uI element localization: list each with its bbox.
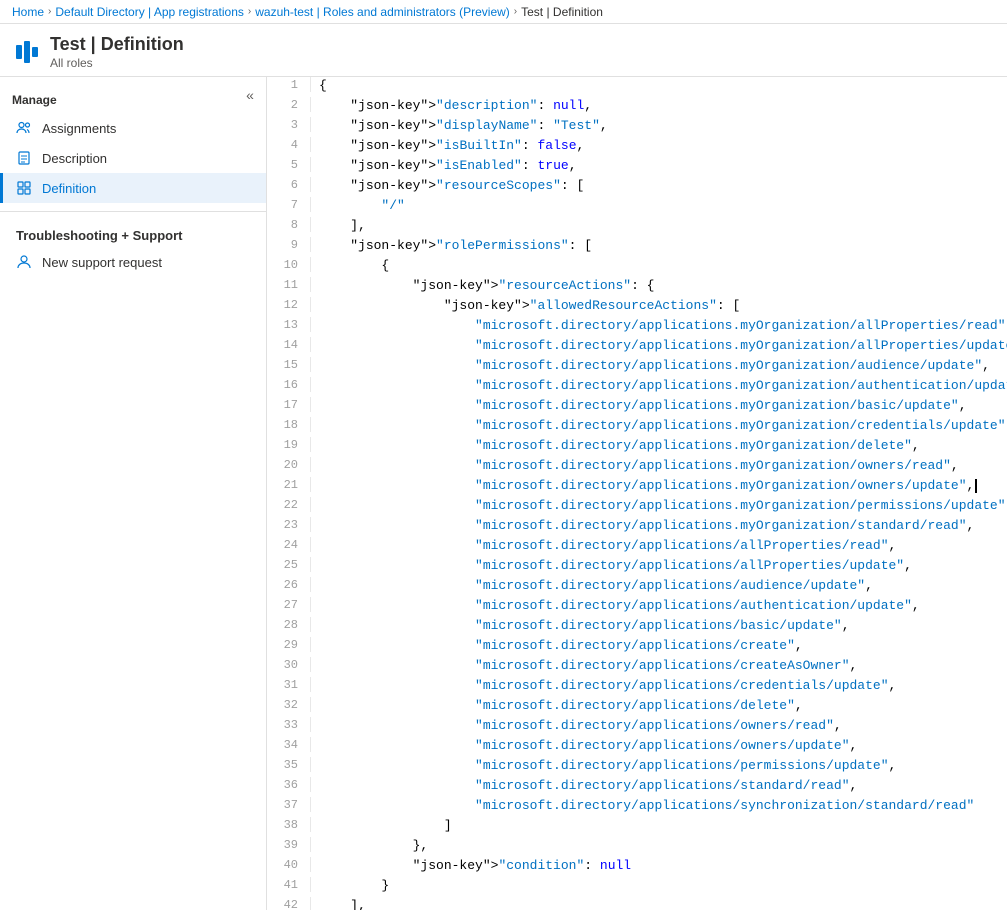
code-line: 17 "microsoft.directory/applications.myO… <box>267 397 1007 417</box>
code-line: 23 "microsoft.directory/applications.myO… <box>267 517 1007 537</box>
sidebar-divider <box>0 211 266 212</box>
code-line: 42 ], <box>267 897 1007 910</box>
code-line: 32 "microsoft.directory/applications/del… <box>267 697 1007 717</box>
page-subtitle: All roles <box>50 56 184 70</box>
code-line: 13 "microsoft.directory/applications.myO… <box>267 317 1007 337</box>
code-line: 40 "json-key">"condition": null <box>267 857 1007 877</box>
code-line: 4 "json-key">"isBuiltIn": false, <box>267 137 1007 157</box>
code-line: 9 "json-key">"rolePermissions": [ <box>267 237 1007 257</box>
code-line: 7 "/" <box>267 197 1007 217</box>
sidebar-item-assignments[interactable]: Assignments <box>0 113 266 143</box>
code-line: 24 "microsoft.directory/applications/all… <box>267 537 1007 557</box>
new-support-label: New support request <box>42 255 162 270</box>
code-line: 35 "microsoft.directory/applications/per… <box>267 757 1007 777</box>
code-line: 34 "microsoft.directory/applications/own… <box>267 737 1007 757</box>
code-line: 21 "microsoft.directory/applications.myO… <box>267 477 1007 497</box>
people-icon <box>16 120 32 136</box>
page-title: Test | Definition <box>50 34 184 55</box>
code-line: 16 "microsoft.directory/applications.myO… <box>267 377 1007 397</box>
troubleshoot-label: Troubleshooting + Support <box>0 220 266 247</box>
breadcrumb-app-reg[interactable]: Default Directory | App registrations <box>55 5 244 19</box>
code-line: 19 "microsoft.directory/applications.myO… <box>267 437 1007 457</box>
assignments-label: Assignments <box>42 121 116 136</box>
code-line: 15 "microsoft.directory/applications.myO… <box>267 357 1007 377</box>
code-line: 38 ] <box>267 817 1007 837</box>
definition-label: Definition <box>42 181 96 196</box>
code-line: 36 "microsoft.directory/applications/sta… <box>267 777 1007 797</box>
code-line: 30 "microsoft.directory/applications/cre… <box>267 657 1007 677</box>
description-label: Description <box>42 151 107 166</box>
sidebar-collapse-button[interactable]: « <box>238 83 262 107</box>
code-line: 26 "microsoft.directory/applications/aud… <box>267 577 1007 597</box>
code-line: 3 "json-key">"displayName": "Test", <box>267 117 1007 137</box>
breadcrumb-current: Test | Definition <box>521 5 603 19</box>
code-line: 37 "microsoft.directory/applications/syn… <box>267 797 1007 817</box>
code-line: 2 "json-key">"description": null, <box>267 97 1007 117</box>
page-header: Test | Definition All roles <box>0 24 1007 77</box>
code-line: 33 "microsoft.directory/applications/own… <box>267 717 1007 737</box>
doc-icon <box>16 150 32 166</box>
manage-label: Manage <box>0 77 266 113</box>
code-line: 14 "microsoft.directory/applications.myO… <box>267 337 1007 357</box>
code-line: 1{ <box>267 77 1007 97</box>
code-line: 11 "json-key">"resourceActions": { <box>267 277 1007 297</box>
code-line: 5 "json-key">"isEnabled": true, <box>267 157 1007 177</box>
sidebar-item-description[interactable]: Description <box>0 143 266 173</box>
code-line: 8 ], <box>267 217 1007 237</box>
sidebar: « Manage Assignments <box>0 77 267 910</box>
code-viewer: 1{2 "json-key">"description": null,3 "js… <box>267 77 1007 910</box>
main-layout: « Manage Assignments <box>0 77 1007 910</box>
header-icon <box>16 41 38 63</box>
code-line: 29 "microsoft.directory/applications/cre… <box>267 637 1007 657</box>
code-line: 28 "microsoft.directory/applications/bas… <box>267 617 1007 637</box>
breadcrumb-roles[interactable]: wazuh-test | Roles and administrators (P… <box>255 5 510 19</box>
code-line: 39 }, <box>267 837 1007 857</box>
code-line: 10 { <box>267 257 1007 277</box>
code-line: 27 "microsoft.directory/applications/aut… <box>267 597 1007 617</box>
person-icon <box>16 254 32 270</box>
code-line: 18 "microsoft.directory/applications.myO… <box>267 417 1007 437</box>
code-line: 22 "microsoft.directory/applications.myO… <box>267 497 1007 517</box>
grid-icon <box>16 180 32 196</box>
sidebar-item-definition[interactable]: Definition <box>0 173 266 203</box>
code-line: 20 "microsoft.directory/applications.myO… <box>267 457 1007 477</box>
content-pane[interactable]: 1{2 "json-key">"description": null,3 "js… <box>267 77 1007 910</box>
code-line: 6 "json-key">"resourceScopes": [ <box>267 177 1007 197</box>
sidebar-item-new-support[interactable]: New support request <box>0 247 266 277</box>
code-line: 41 } <box>267 877 1007 897</box>
breadcrumb: Home › Default Directory | App registrat… <box>0 0 1007 24</box>
code-line: 31 "microsoft.directory/applications/cre… <box>267 677 1007 697</box>
code-line: 12 "json-key">"allowedResourceActions": … <box>267 297 1007 317</box>
breadcrumb-home[interactable]: Home <box>12 5 44 19</box>
code-line: 25 "microsoft.directory/applications/all… <box>267 557 1007 577</box>
